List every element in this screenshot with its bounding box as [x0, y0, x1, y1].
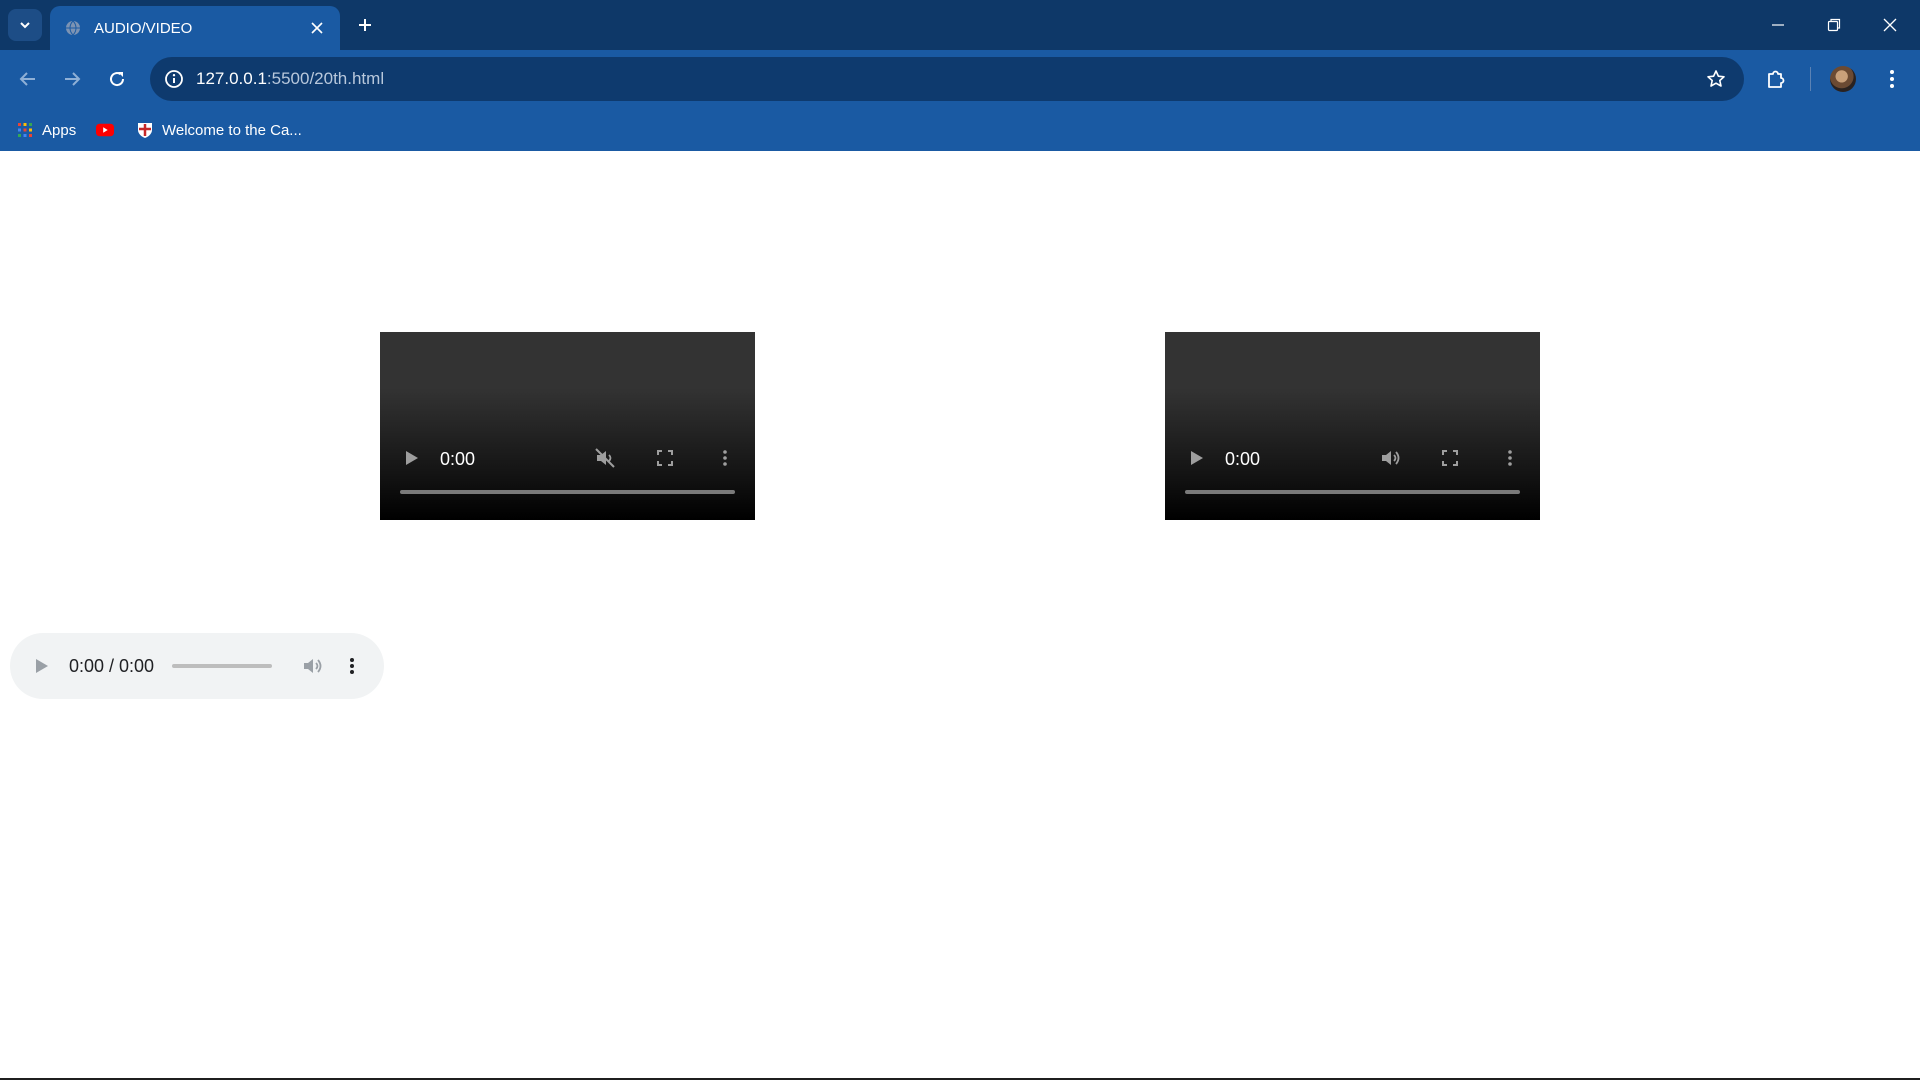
video-player-1[interactable]: 0:00 — [380, 332, 755, 520]
plus-icon — [359, 19, 371, 31]
play-icon — [36, 659, 48, 673]
play-icon — [1191, 451, 1203, 465]
apps-grid-icon — [16, 121, 34, 139]
bookmark-apps[interactable]: Apps — [16, 118, 76, 142]
audio-options-button[interactable] — [340, 654, 364, 678]
close-icon — [311, 22, 323, 34]
close-icon — [1883, 18, 1897, 32]
video-seek-bar[interactable] — [1185, 490, 1520, 494]
mute-toggle-button[interactable] — [1378, 446, 1402, 470]
arrow-left-icon — [19, 72, 35, 86]
url-text: 127.0.0.1:5500/20th.html — [196, 69, 384, 89]
fullscreen-button[interactable] — [653, 446, 677, 470]
reload-button[interactable] — [99, 61, 135, 97]
back-button[interactable] — [10, 61, 46, 97]
bookmark-welcome-label: Welcome to the Ca... — [162, 121, 302, 139]
audio-seek-bar[interactable] — [172, 664, 272, 668]
forward-button[interactable] — [54, 61, 90, 97]
browser-menu-button[interactable] — [1874, 61, 1910, 97]
video-options-button[interactable] — [713, 446, 737, 470]
chevron-down-icon — [20, 22, 30, 29]
video-time: 0:00 — [440, 449, 476, 469]
globe-icon — [64, 19, 82, 37]
active-tab[interactable]: AUDIO/VIDEO — [50, 6, 340, 50]
youtube-icon — [96, 121, 114, 139]
bookmark-youtube[interactable] — [96, 118, 122, 142]
close-tab-button[interactable] — [302, 13, 332, 43]
restore-button[interactable] — [1806, 0, 1862, 50]
bookmarks-bar: Apps Welcome to the Ca... — [0, 108, 1920, 151]
play-button[interactable] — [30, 654, 54, 678]
close-window-button[interactable] — [1862, 0, 1918, 50]
bookmark-star-icon[interactable] — [1702, 65, 1730, 93]
bookmark-apps-label: Apps — [42, 121, 77, 139]
volume-icon — [1382, 451, 1400, 465]
video-player-2[interactable]: 0:00 — [1165, 332, 1540, 520]
puzzle-icon — [1768, 70, 1785, 88]
address-bar[interactable]: 127.0.0.1:5500/20th.html — [150, 57, 1744, 101]
site-info-icon[interactable] — [160, 65, 188, 93]
reload-icon — [110, 72, 125, 87]
url-path: :5500/20th.html — [266, 69, 385, 88]
more-vert-icon — [1508, 450, 1512, 466]
fullscreen-button[interactable] — [1438, 446, 1462, 470]
mute-toggle-button[interactable] — [593, 446, 617, 470]
fullscreen-icon — [1442, 450, 1458, 466]
new-tab-button[interactable] — [350, 10, 380, 40]
more-vert-icon — [723, 450, 727, 466]
browser-toolbar: 127.0.0.1:5500/20th.html — [0, 50, 1920, 108]
audio-player[interactable]: 0:00 / 0:00 — [10, 633, 384, 699]
play-icon — [406, 451, 418, 465]
extensions-button[interactable] — [1758, 61, 1794, 97]
tab-strip: AUDIO/VIDEO — [0, 0, 1920, 50]
toolbar-separator — [1810, 67, 1811, 91]
bookmark-welcome[interactable]: Welcome to the Ca... — [136, 118, 302, 142]
play-button[interactable] — [402, 448, 422, 468]
video-time: 0:00 — [1225, 449, 1261, 469]
tab-title: AUDIO/VIDEO — [94, 19, 193, 37]
volume-icon — [304, 659, 322, 673]
fullscreen-icon — [657, 450, 673, 466]
minimize-icon — [1772, 24, 1784, 26]
audio-time: 0:00 / 0:00 — [69, 656, 155, 676]
mute-toggle-button[interactable] — [300, 654, 324, 678]
profile-avatar[interactable] — [1830, 66, 1856, 92]
arrow-right-icon — [65, 72, 81, 86]
video-options-button[interactable] — [1498, 446, 1522, 470]
volume-muted-icon — [595, 448, 615, 468]
url-host: 127.0.0.1 — [196, 69, 267, 88]
minimize-button[interactable] — [1750, 0, 1806, 50]
video-seek-bar[interactable] — [400, 490, 735, 494]
site-shield-icon — [136, 121, 154, 139]
restore-icon — [1827, 18, 1841, 32]
more-vert-icon — [1890, 70, 1894, 88]
play-button[interactable] — [1187, 448, 1207, 468]
tab-search-button[interactable] — [8, 9, 42, 41]
more-vert-icon — [350, 658, 354, 674]
